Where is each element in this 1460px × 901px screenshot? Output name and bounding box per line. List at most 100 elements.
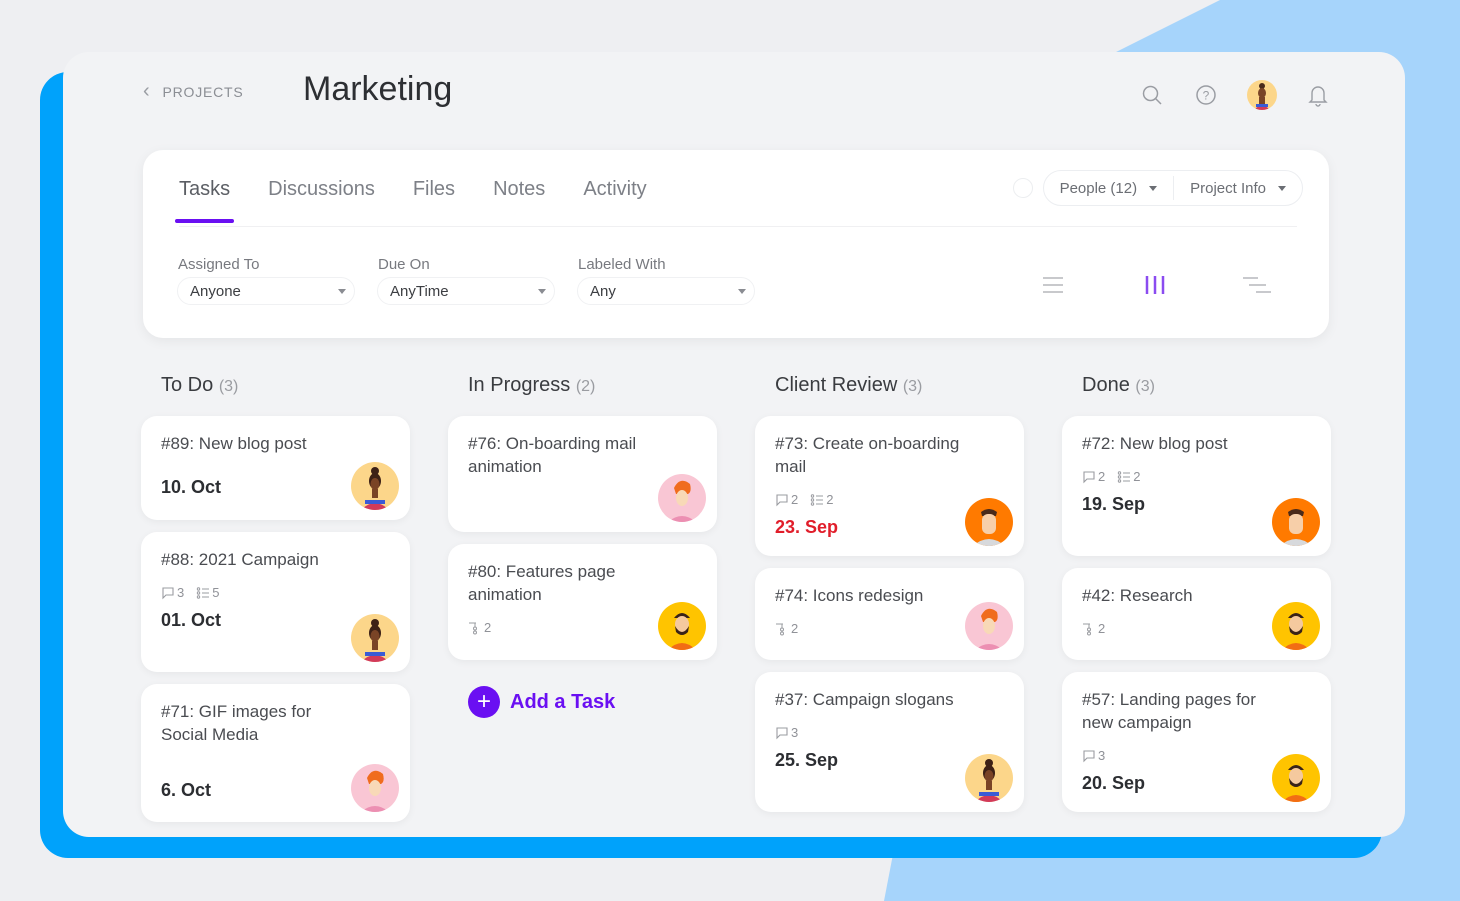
tab-bar: Tasks Discussions Files Notes Activity (174, 178, 685, 223)
assignee-avatar[interactable] (351, 614, 399, 662)
task-title: #89: New blog post (161, 434, 307, 453)
assignee-avatar[interactable] (658, 602, 706, 650)
assignee-avatar[interactable] (351, 462, 399, 510)
task-title: #37: Campaign slogans (775, 690, 954, 709)
checklist-icon (1118, 470, 1131, 483)
select-value: Anyone (190, 282, 241, 300)
caret-down-icon (1278, 185, 1286, 191)
task-card[interactable]: #76: On-boarding mail animation (448, 416, 717, 532)
project-nav-panel: Tasks Discussions Files Notes Activity P… (143, 150, 1329, 338)
project-action-group: People (12) Project Info (1042, 170, 1303, 206)
caret-down-icon (538, 288, 546, 294)
assignee-avatar[interactable] (1272, 602, 1320, 650)
assignee-avatar[interactable] (965, 754, 1013, 802)
list-view-icon (1043, 277, 1063, 293)
task-card[interactable]: #74: Icons redesign 2 (755, 568, 1024, 660)
help-icon[interactable]: ? (1193, 82, 1219, 108)
column-in-progress: In Progress (2) #76: On-boarding mail ani… (448, 370, 717, 834)
comment-count-value: 2 (1098, 469, 1106, 484)
timeline-view-button[interactable] (1241, 272, 1273, 298)
task-card[interactable]: #37: Campaign slogans 3 25. Sep (755, 672, 1024, 812)
list-view-button[interactable] (1037, 272, 1069, 298)
task-title: #42: Research (1082, 586, 1193, 605)
add-task-label: Add a Task (510, 690, 616, 713)
column-count: (3) (1135, 378, 1155, 395)
checklist-count: 2 (810, 492, 833, 507)
column-count: (2) (575, 378, 596, 395)
labeled-with-select[interactable]: Any (577, 277, 755, 305)
svg-text:?: ? (1203, 89, 1210, 103)
assignee-avatar[interactable] (658, 474, 706, 522)
tab-activity[interactable]: Activity (583, 178, 646, 223)
subtask-count-value: 2 (484, 620, 492, 635)
task-card[interactable]: #71: GIF images for Social Media 6. Oct (141, 684, 410, 822)
assignee-avatar[interactable] (965, 602, 1013, 650)
people-dropdown[interactable]: People (12) (1044, 171, 1174, 205)
task-title: #76: On-boarding mail animation (468, 434, 637, 476)
checklist-icon (811, 493, 824, 506)
subtask-count: 2 (468, 620, 491, 635)
filter-labeled-with: Labeled With Any (577, 256, 755, 305)
assignee-avatar[interactable] (965, 498, 1013, 546)
checklist-count-value: 5 (212, 585, 220, 600)
checklist-count-value: 2 (826, 492, 834, 507)
tab-discussions[interactable]: Discussions (268, 178, 375, 223)
comment-icon (776, 726, 788, 739)
task-card[interactable]: #57: Landing pages for new campaign 3 20. … (1062, 672, 1331, 812)
top-bar: ‹ PROJECTS Marketing ? (63, 52, 1405, 142)
comment-count: 2 (1082, 469, 1105, 484)
assignee-avatar[interactable] (1272, 498, 1320, 546)
comment-count-value: 2 (791, 492, 799, 507)
column-client-review: Client Review (3) #73: Create on-boarding… (755, 370, 1024, 834)
column-done: Done (3) #72: New blog post 2 2 19. Sep #42: … (1062, 370, 1331, 834)
filter-label: Assigned To (178, 256, 260, 273)
user-avatar[interactable] (1247, 80, 1277, 110)
task-card[interactable]: #89: New blog post 10. Oct (141, 416, 410, 520)
task-card[interactable]: #73: Create on-boarding mail 2 2 23. Sep (755, 416, 1024, 556)
checklist-count-value: 2 (1133, 469, 1141, 484)
task-card[interactable]: #42: Research 2 (1062, 568, 1331, 660)
tab-divider (179, 226, 1297, 227)
board-view-icon (1145, 276, 1165, 294)
select-value: Any (590, 282, 616, 300)
tab-notes[interactable]: Notes (493, 178, 545, 223)
kanban-board: To Do (3) #89: New blog post 10. Oct #88: 2… (141, 370, 1331, 834)
task-title: #71: GIF images for Social Media (161, 702, 312, 744)
bell-icon[interactable] (1305, 82, 1331, 108)
assignee-avatar[interactable] (1272, 754, 1320, 802)
column-count: (3) (218, 378, 239, 395)
caret-down-icon (1149, 185, 1158, 191)
add-task-button[interactable]: + Add a Task (468, 686, 717, 718)
task-meta: 3 (775, 725, 1004, 740)
task-meta: 3 (1082, 748, 1311, 763)
plus-icon: + (468, 686, 500, 718)
task-card[interactable]: #80: Features page animation 2 (448, 544, 717, 660)
tab-tasks[interactable]: Tasks (174, 178, 235, 223)
task-title: #88: 2021 Campaign (161, 550, 319, 569)
task-title: #74: Icons redesign (775, 586, 924, 605)
task-title: #57: Landing pages for new campaign (1082, 690, 1256, 732)
assigned-to-select[interactable]: Anyone (177, 277, 355, 305)
people-label: People (12) (1059, 179, 1138, 197)
tab-files[interactable]: Files (413, 178, 455, 223)
comment-count: 3 (161, 585, 184, 600)
comment-icon (776, 493, 788, 506)
due-on-select[interactable]: AnyTime (377, 277, 555, 305)
back-to-projects-link[interactable]: ‹ PROJECTS (143, 80, 244, 103)
comment-count-value: 3 (1098, 748, 1106, 763)
chevron-left-icon: ‹ (143, 80, 151, 102)
project-info-dropdown[interactable]: Project Info (1174, 171, 1302, 205)
filter-due-on: Due On AnyTime (377, 256, 555, 305)
board-view-button[interactable] (1139, 272, 1171, 298)
task-meta: 22 (775, 492, 1004, 507)
column-title: Client Review (775, 374, 898, 396)
search-icon[interactable] (1139, 82, 1165, 108)
comment-count: 3 (1082, 748, 1105, 763)
assignee-avatar[interactable] (351, 764, 399, 812)
task-card[interactable]: #72: New blog post 2 2 19. Sep (1062, 416, 1331, 556)
column-count: (3) (902, 378, 923, 395)
task-card[interactable]: #88: 2021 Campaign 3 5 01. Oct (141, 532, 410, 672)
subtask-count-value: 2 (1098, 621, 1106, 636)
checklist-icon (197, 586, 210, 599)
subtask-icon (1083, 623, 1091, 635)
